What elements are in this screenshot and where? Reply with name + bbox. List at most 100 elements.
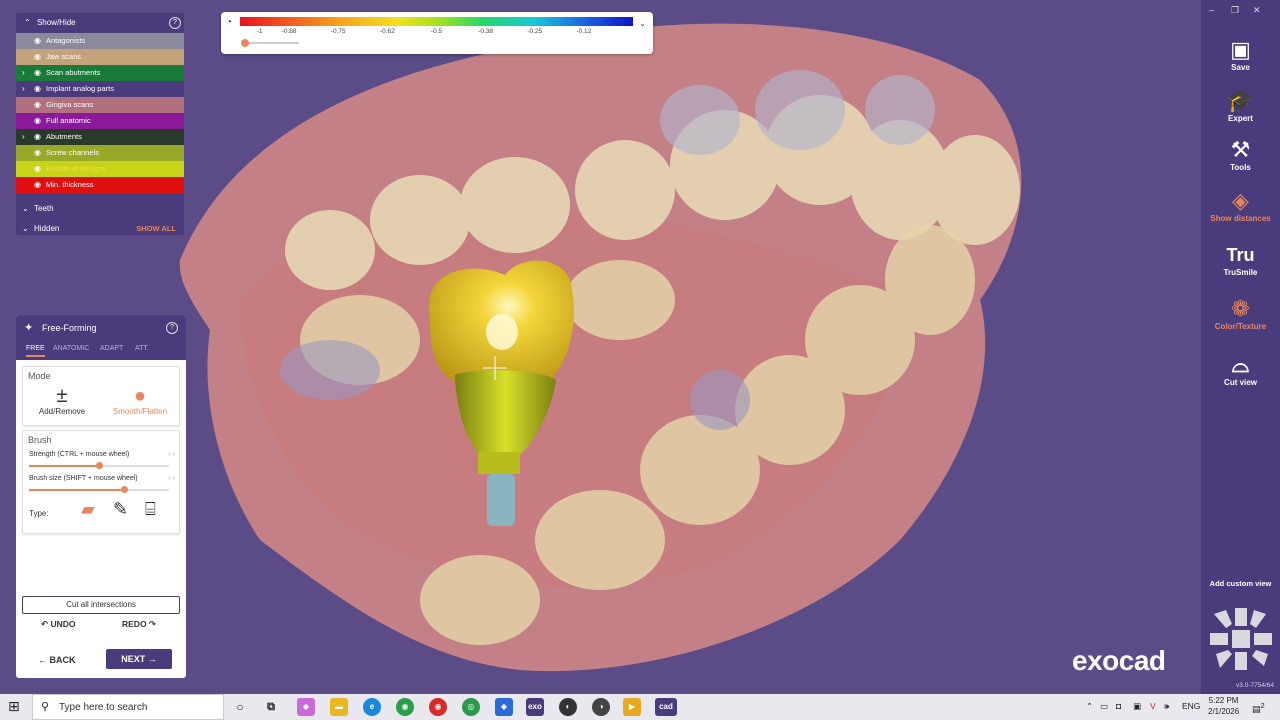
layer-row[interactable]: ◉ Jaw scans <box>16 49 184 65</box>
edge-icon[interactable]: e <box>363 698 381 716</box>
chevron-right-icon[interactable]: › <box>22 129 25 145</box>
next-button[interactable]: NEXT → <box>106 649 172 669</box>
close-icon[interactable]: ✕ <box>1253 5 1261 16</box>
eye-icon[interactable]: ◉ <box>34 49 41 65</box>
chrome-icon[interactable]: ◉ <box>396 698 414 716</box>
app-icon[interactable]: ◐ <box>559 698 577 716</box>
clock[interactable]: 5:22 PM 2/1/2026 <box>1208 695 1239 717</box>
group-teeth[interactable]: ⌄ Teeth <box>16 199 184 219</box>
version-label: v3.0-7754/64 <box>1236 682 1274 689</box>
layer-row[interactable]: ◉ Bottom of designs <box>16 161 184 177</box>
color-texture-button[interactable]: ❁ Color/Texture <box>1201 296 1280 331</box>
exocad-app-icon[interactable]: exo <box>526 698 544 716</box>
eye-icon[interactable]: ◉ <box>34 113 41 129</box>
threshold-slider[interactable] <box>241 39 299 47</box>
tab-free[interactable]: FREE <box>26 345 45 357</box>
tick-label: -0.75 <box>330 28 346 35</box>
language-indicator[interactable]: ENG <box>1182 701 1200 711</box>
app-icon[interactable]: ◎ <box>462 698 480 716</box>
eye-icon[interactable]: ◉ <box>34 65 41 81</box>
layer-row[interactable]: ◉ Screw channels <box>16 145 184 161</box>
show-hide-header[interactable]: ⌃ Show/Hide ? <box>16 13 184 33</box>
layer-row[interactable]: › ◉ Scan abutments <box>16 65 184 81</box>
windows-taskbar: ⊞ ⚲ Type here to search ○ ⧉ ◆ ▬ e ◉ ◉ ◎ … <box>0 694 1280 720</box>
eye-icon[interactable]: ◉ <box>34 145 41 161</box>
task-view-icon[interactable]: ○ <box>231 698 249 716</box>
chevron-right-icon[interactable]: › <box>22 81 25 97</box>
smooth-flatten-button[interactable]: ● Smooth/Flatten <box>105 385 175 423</box>
eye-icon[interactable]: ◉ <box>34 97 41 113</box>
layer-row[interactable]: ◉ Full anatomic <box>16 113 184 129</box>
layer-row[interactable]: ◉ Antagonists <box>16 33 184 49</box>
windows-start-icon[interactable]: ⊞ <box>8 698 20 715</box>
flat-brush-icon[interactable]: ▰ <box>81 499 95 520</box>
cut-view-button[interactable]: ⌓ Cut view <box>1201 352 1280 387</box>
layer-label: Antagonists <box>46 36 86 45</box>
button-label: BACK <box>49 655 76 665</box>
tab-adapt[interactable]: ADAPT <box>100 345 123 352</box>
chevron-up-icon[interactable]: ⌃ <box>1086 701 1093 712</box>
chevron-left-right-icon[interactable]: ‹ › <box>168 475 175 482</box>
tool-label: Color/Texture <box>1214 322 1267 331</box>
show-hide-panel: ⌃ Show/Hide ? ◉ Antagonists ◉ Jaw scans › ◉ Sc… <box>16 13 184 235</box>
tools-button[interactable]: ⚒ Tools <box>1201 137 1280 172</box>
button-label: Smooth/Flatten <box>112 407 168 416</box>
tool-label: Cut view <box>1224 378 1257 387</box>
copilot-icon[interactable]: ◆ <box>297 698 315 716</box>
cylinder-brush-icon[interactable]: ⌸ <box>145 499 156 520</box>
eye-icon[interactable]: ◉ <box>34 129 41 145</box>
restore-icon[interactable]: ❐ <box>1231 5 1239 16</box>
app-icon[interactable]: ▶ <box>623 698 641 716</box>
layer-row[interactable]: › ◉ Implant analog parts <box>16 81 184 97</box>
layer-row[interactable]: › ◉ Abutments <box>16 129 184 145</box>
add-remove-button[interactable]: ± Add/Remove <box>27 385 97 423</box>
save-button[interactable]: ▣ Save <box>1201 37 1280 72</box>
eye-icon[interactable]: ◉ <box>34 161 41 177</box>
app-icon[interactable]: ◑ <box>592 698 610 716</box>
chevron-left-right-icon[interactable]: ‹ › <box>168 451 175 458</box>
trusmile-button[interactable]: Tru TruSmile <box>1201 242 1280 277</box>
show-distances-button[interactable]: ◈ Show distances <box>1201 188 1280 223</box>
expert-button[interactable]: 🎓 Expert <box>1201 88 1280 123</box>
cad-app-icon[interactable]: cad <box>655 698 677 716</box>
back-button[interactable]: ← BACK <box>38 655 76 665</box>
layer-row[interactable]: ◉ Gingiva scans <box>16 97 184 113</box>
group-hidden[interactable]: ⌄ Hidden SHOW ALL <box>16 219 184 239</box>
show-all-button[interactable]: SHOW ALL <box>136 219 176 239</box>
chevron-right-icon[interactable]: › <box>22 65 25 81</box>
widgets-icon[interactable]: ⧉ <box>262 698 280 716</box>
layer-row[interactable]: ◉ Min. thickness <box>16 177 184 193</box>
taskbar-search[interactable]: ⚲ Type here to search <box>32 694 224 720</box>
mode-label: Mode <box>28 371 51 381</box>
minimize-icon[interactable]: – <box>1209 5 1214 15</box>
view-navigation-cube[interactable] <box>1208 606 1274 672</box>
file-explorer-icon[interactable]: ▬ <box>330 698 348 716</box>
plus-minus-icon: ± <box>56 385 68 407</box>
strength-slider[interactable]: Strength (CTRL + mouse wheel) ‹ › <box>29 451 175 469</box>
round-brush-icon[interactable]: ✎ <box>113 499 128 520</box>
redo-button[interactable]: REDO ↷ <box>122 619 156 630</box>
undo-button[interactable]: ↶ UNDO <box>41 619 76 630</box>
gauge-icon[interactable]: ◔ <box>226 17 232 28</box>
layer-label: Full anatomic <box>46 116 91 125</box>
add-custom-view-button[interactable]: Add custom view <box>1201 579 1280 588</box>
help-icon[interactable]: ? <box>169 17 181 29</box>
notification-icon[interactable]: ▤2 <box>1252 701 1265 715</box>
app-icon[interactable]: ◆ <box>495 698 513 716</box>
tray-icon[interactable]: ▣ <box>1133 701 1141 712</box>
cut-all-intersections-button[interactable]: Cut all intersections <box>22 596 180 614</box>
tab-attachments[interactable]: ATT. <box>135 345 149 352</box>
tray-icon[interactable]: ◘ <box>1116 701 1121 711</box>
chevron-down-icon[interactable]: ⌄ <box>639 19 646 28</box>
eye-icon[interactable]: ◉ <box>34 81 41 97</box>
help-icon[interactable]: ? <box>166 322 178 334</box>
magic-wand-icon: ✦ <box>24 322 34 334</box>
tray-icon[interactable]: ▭ <box>1100 701 1108 712</box>
volume-icon[interactable]: 🕪 <box>1164 701 1169 712</box>
eye-icon[interactable]: ◉ <box>34 33 41 49</box>
brush-size-slider[interactable]: Brush size (SHIFT + mouse wheel) ‹ › <box>29 475 175 493</box>
tab-anatomic[interactable]: ANATOMIC <box>53 345 89 352</box>
eye-icon[interactable]: ◉ <box>34 177 41 193</box>
chrome-profile-icon[interactable]: ◉ <box>429 698 447 716</box>
tray-icon[interactable]: V <box>1150 701 1156 711</box>
